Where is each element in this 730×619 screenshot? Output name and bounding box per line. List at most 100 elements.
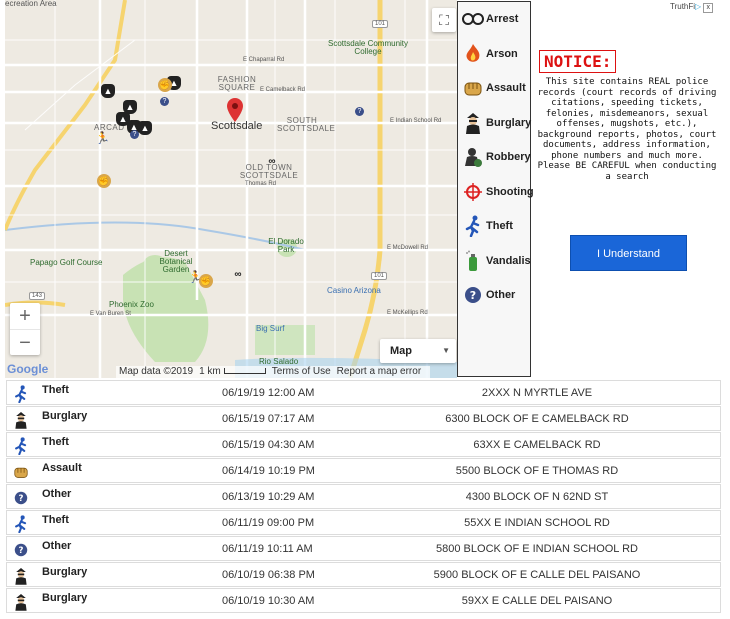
legend-item-arson[interactable]: Arson [458,37,530,72]
map-label-fashion-square: FASHION SQUARE [217,75,257,92]
incident-address: 5900 BLOCK OF E CALLE DEL PAISANO [433,569,641,581]
table-row[interactable]: Theft 06/15/19 04:30 AM 63XX E CAMELBACK R… [6,432,721,457]
incident-datetime: 06/15/19 04:30 AM [222,439,315,451]
incident-category: Burglary [42,410,88,422]
table-row[interactable]: Burglary 06/10/19 10:30 AM 59XX E CALLE DE… [6,588,721,613]
legend-label: Robbery [486,151,531,164]
burglary-pin[interactable]: ▲ [101,84,115,98]
legend-item-burglary[interactable]: Burglary [458,106,532,141]
running-person-icon [461,214,485,238]
ad-choices-icon: ▷ [695,2,702,11]
legend-label: Arrest [486,13,519,26]
incident-datetime: 06/19/19 12:00 AM [222,387,315,399]
legend-item-assault[interactable]: Assault [458,71,530,106]
fist-icon [461,76,485,100]
incident-list: Theft 06/19/19 12:00 AM 2XXX N MYRTLE AVE B… [6,380,721,614]
google-logo: Google [7,362,49,376]
fire-icon [461,42,485,66]
close-icon[interactable]: x [703,3,714,13]
theft-pin[interactable]: 🏃 [95,131,110,145]
assault-pin[interactable]: ✊ [97,174,111,188]
crime-legend: Arrest Arson Assault Burglary Robbery Sh… [457,1,534,377]
location-marker-icon[interactable] [227,98,243,122]
map-attribution: Map data ©2019 1 km Terms of Use Report a m… [116,366,431,378]
table-row[interactable]: ? Other 06/13/19 10:29 AM 4300 BLOCK OF N 6… [6,484,721,509]
fullscreen-button[interactable]: ⛶ [432,8,456,32]
other-pin[interactable]: ? [130,130,139,139]
zoom-out-button[interactable]: − [10,330,40,356]
other-pin[interactable]: ? [160,97,169,106]
incident-address: 4300 BLOCK OF N 62ND ST [465,491,609,503]
incident-category: Theft [42,384,69,396]
map-label-phoenix-zoo: Phoenix Zoo [109,300,154,309]
arrest-pin[interactable]: ∞ [231,268,245,282]
zoom-in-button[interactable]: + [10,303,40,330]
table-row[interactable]: Burglary 06/15/19 07:17 AM 6300 BLOCK OF E… [6,406,721,431]
map-label-thomas: Thomas Rd [245,181,277,187]
scale-bar [223,368,266,375]
notice-title: NOTICE: [539,50,617,73]
hwy-101-shield: 101 [372,20,389,28]
map-label-el-dorado: El Dorado Park [268,237,304,254]
report-error-link[interactable]: Report a map error [337,366,421,377]
incident-category: Theft [42,436,69,448]
zoom-control: + − [10,303,40,355]
legend-label: Other [486,289,516,302]
map-label-south-scottsdale: SOUTH SCOTTSDALE [277,116,336,133]
incident-address: 2XXX N MYRTLE AVE [481,387,593,399]
table-row[interactable]: Assault 06/14/19 10:19 PM 5500 BLOCK OF E … [6,458,721,483]
incident-datetime: 06/11/19 10:11 AM [222,543,313,555]
map-label-scottsdale: Scottsdale [211,120,263,132]
table-row[interactable]: Theft 06/19/19 12:00 AM 2XXX N MYRTLE AVE [6,380,721,405]
legend-item-other[interactable]: ? Other [458,278,530,313]
legend-label: Vandalis [486,254,531,267]
question-mark-icon: ? [12,489,30,507]
legend-label: Theft [486,220,513,233]
svg-text:?: ? [470,289,476,302]
legend-label: Burglary [486,116,532,129]
spray-can-icon [461,249,485,273]
legend-item-robbery[interactable]: Robbery [458,140,531,175]
running-person-icon [12,385,30,403]
understand-button[interactable]: I Understand [570,235,687,271]
burglar-icon [12,593,30,611]
legend-item-arrest[interactable]: Arrest [458,2,530,37]
incident-category: Burglary [42,592,88,604]
legend-item-vandalism[interactable]: Vandalis [458,244,531,279]
arrest-pin[interactable]: ∞ [265,155,279,169]
burglar-icon [12,411,30,429]
legend-label: Assault [486,82,526,95]
table-row[interactable]: ? Other 06/11/19 10:11 AM 5800 BLOCK OF E I… [6,536,721,561]
svg-text:?: ? [19,546,24,556]
hwy-101-shield-south: 101 [371,272,388,280]
other-pin[interactable]: ? [355,107,364,116]
burglar-icon [12,567,30,585]
incident-category: Assault [42,462,82,474]
map-label-mcdowell: E McDowell Rd [387,245,429,251]
running-person-icon [12,515,30,533]
incident-address: 5800 BLOCK OF E INDIAN SCHOOL RD [436,543,638,555]
ad-badge[interactable]: TruthFi▷ x [670,2,714,13]
map-type-select[interactable]: Map ▼ [380,339,456,363]
legend-item-theft[interactable]: Theft [458,209,530,244]
terms-link[interactable]: Terms of Use [272,366,331,377]
map-label-recreation-area: ecreation Area [5,0,57,8]
notice-text: This site contains REAL police records (… [537,77,717,182]
assault-pin[interactable]: ✊ [199,274,213,288]
incident-category: Other [42,488,72,500]
robber-icon [461,145,485,169]
map-label-casino-arizona: Casino Arizona [327,286,381,295]
crime-map[interactable]: ecreation Area FASHION SQUARE ARCAD Scot… [5,0,457,378]
burglar-icon [461,111,485,135]
table-row[interactable]: Theft 06/11/19 09:00 PM 55XX E INDIAN SCHO… [6,510,721,535]
assault-pin[interactable]: ✊ [158,78,172,92]
incident-datetime: 06/10/19 06:38 PM [222,569,315,581]
map-label-rio-salado: Rio Salado [259,357,299,366]
legend-item-shooting[interactable]: Shooting [458,175,534,210]
map-label-big-surf: Big Surf [256,324,285,333]
table-row[interactable]: Burglary 06/10/19 06:38 PM 5900 BLOCK OF E… [6,562,721,587]
burglary-pin[interactable]: ▲ [138,121,152,135]
crosshair-icon [461,180,485,204]
incident-datetime: 06/10/19 10:30 AM [222,595,315,607]
map-label-papago: Papago Golf Course [30,258,103,267]
